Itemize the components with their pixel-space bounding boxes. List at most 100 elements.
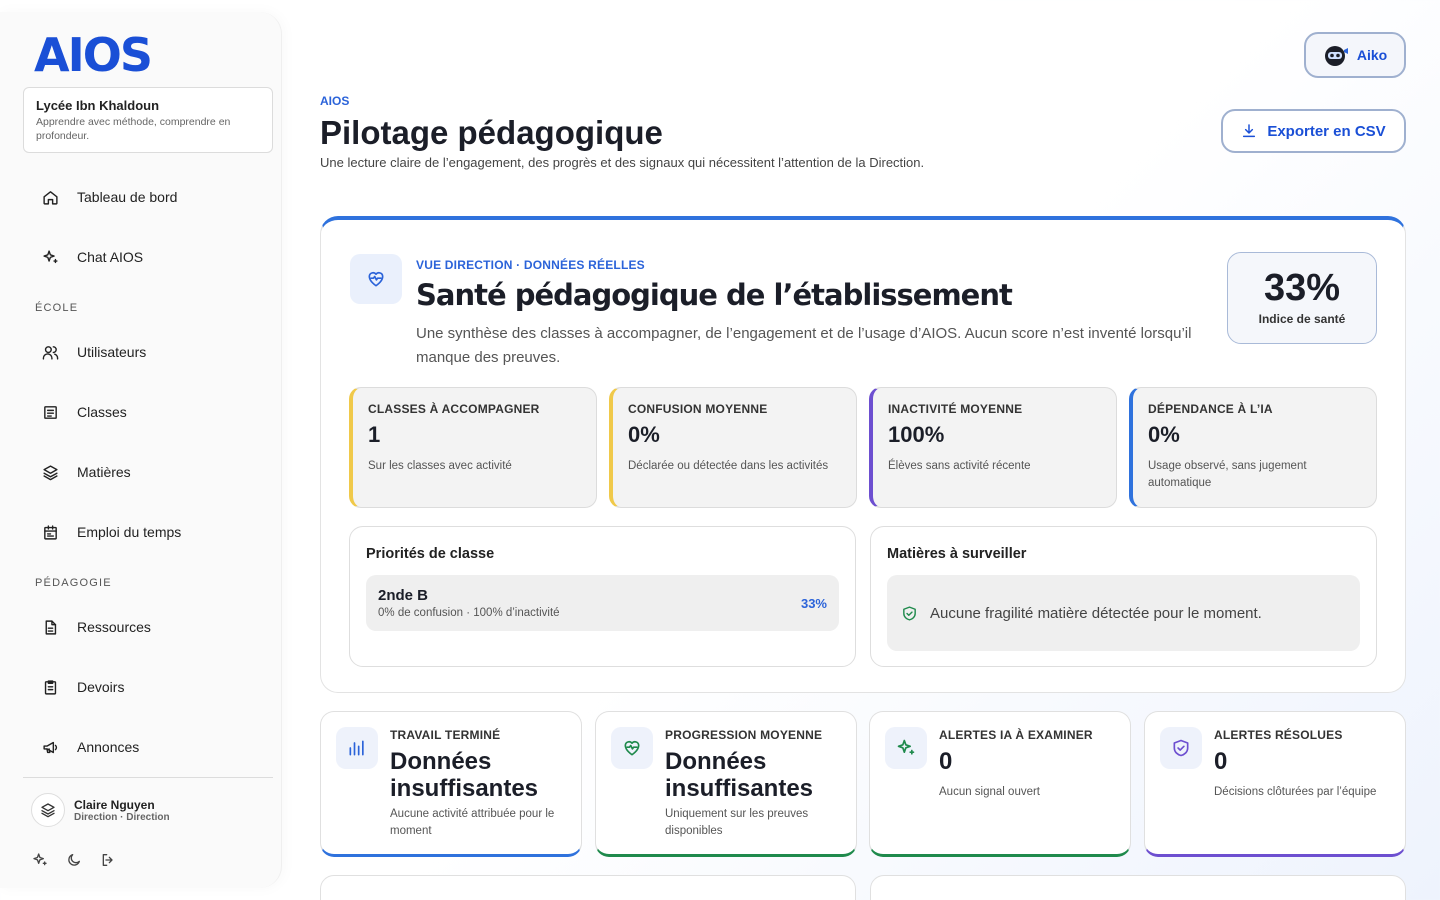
health-card: VUE DIRECTION · DONNÉES RÉELLES Santé pé… xyxy=(320,216,1406,693)
kpi-help: Décisions clôturées par l’équipe xyxy=(1214,786,1377,798)
subjects-empty-text: Aucune fragilité matière détectée pour l… xyxy=(930,604,1262,622)
metric-value: 0% xyxy=(1148,422,1180,447)
sparkles-icon[interactable] xyxy=(32,852,48,868)
priority-percent: 33% xyxy=(800,596,827,611)
sparkles-icon xyxy=(43,249,58,263)
nav-item-annonces[interactable]: Annonces xyxy=(34,727,270,767)
kpi-help: Aucun signal ouvert xyxy=(939,786,1041,798)
layers-icon xyxy=(41,803,55,818)
metric-help: Déclarée ou détectée dans les activités xyxy=(628,460,829,472)
kpi-label: ALERTES RÉSOLUES xyxy=(1214,728,1343,742)
next-panel-stub xyxy=(320,875,856,900)
kpi-value: Données insuffisantes xyxy=(390,748,539,802)
user-role: Direction · Direction xyxy=(74,812,170,823)
health-score-box: 33% Indice de santé xyxy=(1227,252,1377,344)
kpi-value: Données insuffisantes xyxy=(665,748,814,802)
metric-inactivite-moyenne: INACTIVITÉ MOYENNE 100% Élèves sans acti… xyxy=(869,387,1117,508)
metric-dependance-ia: DÉPENDANCE À L’IA 0% Usage observé, sans… xyxy=(1129,387,1377,508)
metric-value: 0% xyxy=(628,422,660,447)
health-title: Santé pédagogique de l’établissement xyxy=(416,278,1013,312)
school-card[interactable]: Lycée Ibn Khaldoun Apprendre avec méthod… xyxy=(23,87,273,153)
nav-label: Ressources xyxy=(77,619,151,635)
sidebar-divider xyxy=(23,777,273,778)
aiko-label: Aiko xyxy=(1356,47,1388,63)
kpi-label: ALERTES IA À EXAMINER xyxy=(939,728,1093,742)
nav-label: Emploi du temps xyxy=(77,524,182,540)
page-subtitle: Une lecture claire de l’engagement, des … xyxy=(320,155,925,170)
nav-item-matieres[interactable]: Matières xyxy=(34,452,270,492)
kpi-value: 0 xyxy=(939,748,953,775)
heart-pulse-icon xyxy=(350,254,402,304)
nav-item-ressources[interactable]: Ressources xyxy=(34,607,270,647)
nav-section-pedagogie: PÉDAGOGIE xyxy=(35,577,112,589)
breadcrumb[interactable]: AIOS xyxy=(320,94,349,108)
metric-label: CLASSES À ACCOMPAGNER xyxy=(368,402,540,416)
file-icon xyxy=(45,619,57,635)
shield-check-icon xyxy=(903,605,916,621)
nav-label: Matières xyxy=(77,464,131,480)
nav-label: Classes xyxy=(77,404,127,420)
nav-section-ecole: ÉCOLE xyxy=(35,302,79,314)
next-panel-stub xyxy=(870,875,1406,900)
priority-class-name: 2nde B xyxy=(378,587,429,604)
nav-label: Utilisateurs xyxy=(77,344,147,360)
metric-help: Élèves sans activité récente xyxy=(888,460,1031,472)
kpi-alertes-ia: ALERTES IA À EXAMINER 0 Aucun signal ouv… xyxy=(869,711,1131,857)
priority-meta: 0% de confusion · 100% d’inactivité xyxy=(378,607,560,619)
user-name: Claire Nguyen xyxy=(74,798,155,812)
nav-label: Tableau de bord xyxy=(77,189,178,205)
metric-confusion-moyenne: CONFUSION MOYENNE 0% Déclarée ou détecté… xyxy=(609,387,857,508)
priority-row[interactable]: 2nde B 0% de confusion · 100% d’inactivi… xyxy=(366,575,839,631)
sidebar: AIOS Lycée Ibn Khaldoun Apprendre avec m… xyxy=(0,12,282,888)
kpi-value: 0 xyxy=(1214,748,1228,775)
subjects-watch-panel: Matières à surveiller Aucune fragilité m… xyxy=(870,526,1377,667)
user-avatar[interactable] xyxy=(31,793,65,827)
metric-label: CONFUSION MOYENNE xyxy=(628,402,768,416)
users-icon xyxy=(42,345,59,360)
nav-label: Devoirs xyxy=(77,679,125,695)
logout-icon[interactable] xyxy=(100,852,116,868)
kpi-help: Uniquement sur les preuves disponibles xyxy=(665,808,809,837)
kpi-progression-moyenne: PROGRESSION MOYENNE Données insuffisante… xyxy=(595,711,857,857)
metric-help: Sur les classes avec activité xyxy=(368,460,512,472)
subjects-empty-state: Aucune fragilité matière détectée pour l… xyxy=(887,575,1360,651)
sparkles-icon xyxy=(885,727,927,769)
sidebar-tools xyxy=(32,852,116,868)
kpi-label: PROGRESSION MOYENNE xyxy=(665,728,823,742)
nav-item-tableau-de-bord[interactable]: Tableau de bord xyxy=(34,177,270,217)
kpi-travail-termine: TRAVAIL TERMINÉ Données insuffisantes Au… xyxy=(320,711,582,857)
export-csv-button[interactable]: Exporter en CSV xyxy=(1221,109,1406,153)
moon-icon[interactable] xyxy=(66,852,82,868)
nav-item-utilisateurs[interactable]: Utilisateurs xyxy=(34,332,270,372)
page-title: Pilotage pédagogique xyxy=(320,114,663,151)
download-icon xyxy=(1243,124,1256,138)
nav-label: Chat AIOS xyxy=(77,249,144,265)
nav-item-emploi-du-temps[interactable]: Emploi du temps xyxy=(34,512,270,552)
metric-value: 100% xyxy=(888,422,945,447)
health-kicker: VUE DIRECTION · DONNÉES RÉELLES xyxy=(416,258,645,272)
megaphone-icon xyxy=(43,741,58,753)
home-icon xyxy=(43,190,58,205)
clipboard-icon xyxy=(44,679,57,695)
shield-check-icon xyxy=(1160,727,1202,769)
metric-help: Usage observé, sans jugement automatique xyxy=(1148,460,1307,490)
health-score-value: 33% xyxy=(1263,267,1341,309)
app-logo[interactable]: AIOS xyxy=(34,28,153,82)
nav-item-classes[interactable]: Classes xyxy=(34,392,270,432)
layers-icon xyxy=(43,464,58,480)
class-priorities-title: Priorités de classe xyxy=(366,546,495,562)
aiko-assistant-button[interactable]: Aiko xyxy=(1304,32,1406,78)
metric-label: INACTIVITÉ MOYENNE xyxy=(888,402,1023,416)
class-priorities-panel: Priorités de classe 2nde B 0% de confusi… xyxy=(349,526,856,667)
metric-classes-a-accompagner: CLASSES À ACCOMPAGNER 1 Sur les classes … xyxy=(349,387,597,508)
health-description: Une synthèse des classes à accompagner, … xyxy=(416,325,1192,366)
subjects-watch-title: Matières à surveiller xyxy=(887,546,1027,562)
nav-item-chat-aios[interactable]: Chat AIOS xyxy=(34,237,270,277)
heart-pulse-icon xyxy=(611,727,653,769)
kpi-alertes-resolues: ALERTES RÉSOLUES 0 Décisions clôturées p… xyxy=(1144,711,1406,857)
robot-avatar-icon xyxy=(1324,46,1348,66)
school-name: Lycée Ibn Khaldoun xyxy=(36,98,160,113)
nav-item-devoirs[interactable]: Devoirs xyxy=(34,667,270,707)
calendar-icon xyxy=(44,524,57,540)
nav-label: Annonces xyxy=(77,739,140,755)
